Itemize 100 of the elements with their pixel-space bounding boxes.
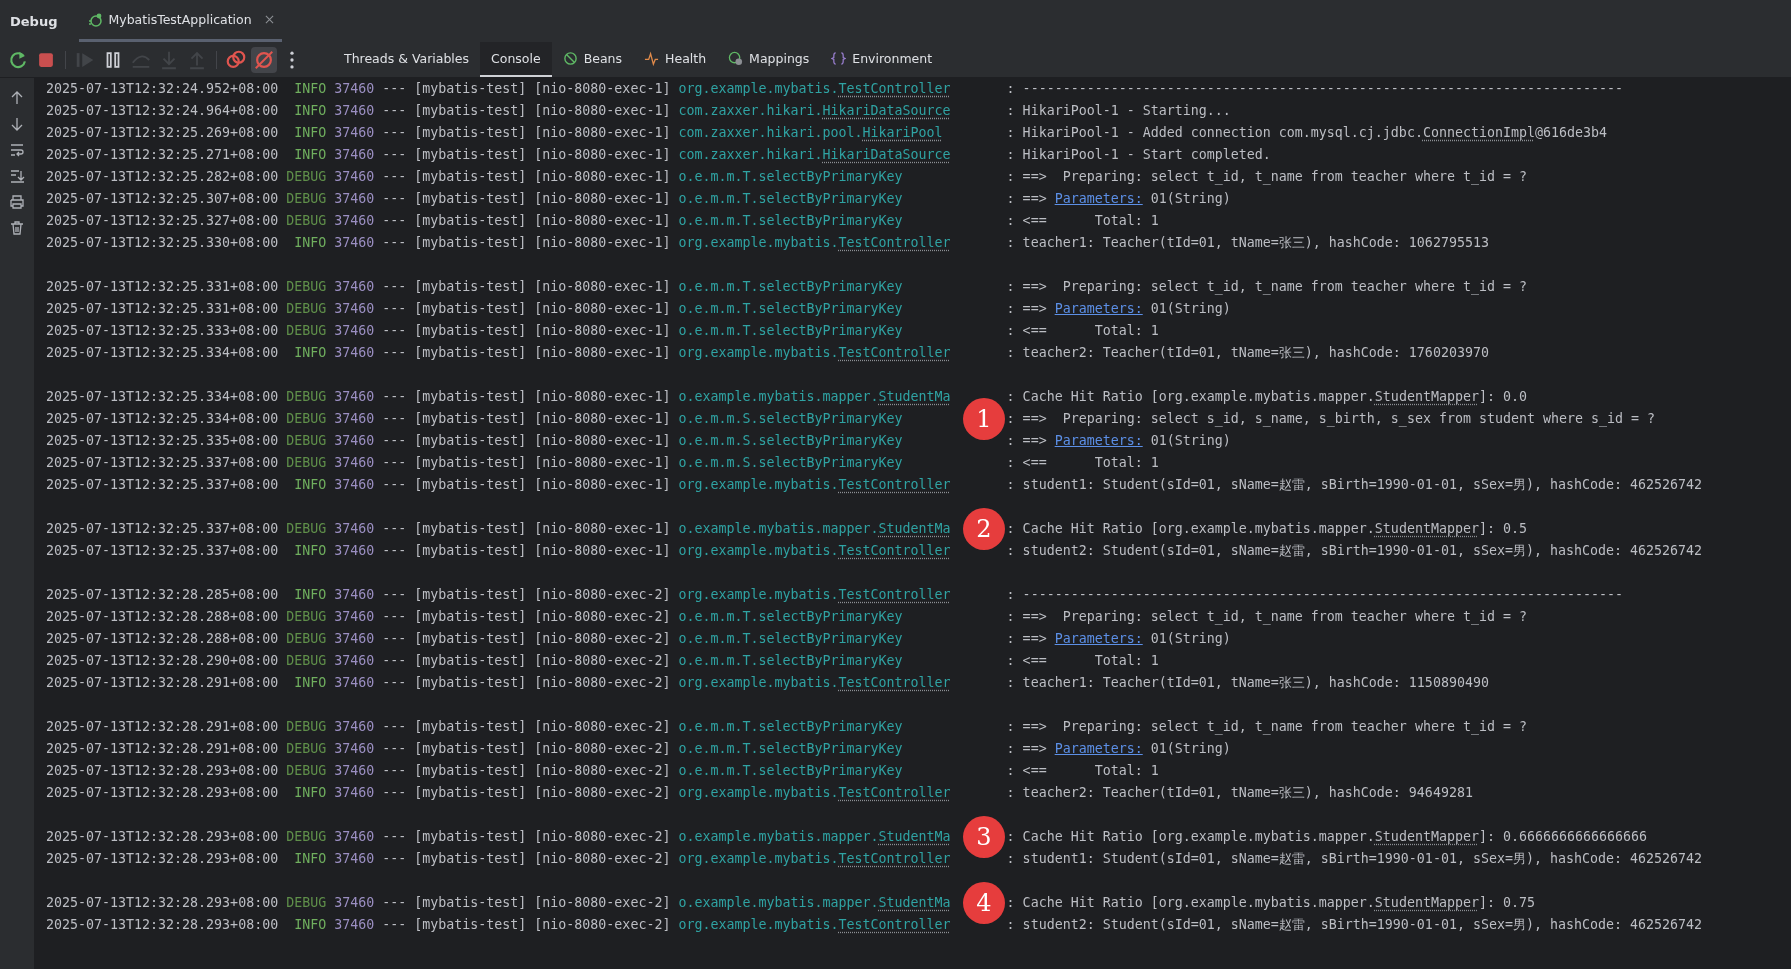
view-tab[interactable]: Environment (820, 42, 944, 77)
logger-name[interactable]: com.zaxxer.hikari.pool.HikariPool (678, 125, 943, 140)
logger-name[interactable]: o.e.m.m.T.selectByPrimaryKey (678, 653, 903, 668)
process-id: 37460 (334, 630, 375, 648)
view-tab[interactable]: Console (480, 42, 552, 77)
log-level: INFO (293, 542, 327, 560)
parameters-link[interactable]: Parameters: (1054, 741, 1143, 756)
parameters-link[interactable]: Parameters: (1054, 631, 1143, 646)
step-marker: 4 (963, 882, 1005, 924)
logger-name[interactable]: o.e.m.m.T.selectByPrimaryKey (678, 213, 903, 228)
logger-name[interactable]: org.example.mybatis.TestController (678, 587, 951, 602)
logger-name[interactable]: o.e.m.m.T.selectByPrimaryKey (678, 301, 903, 316)
parameters-link[interactable]: Parameters: (1054, 191, 1143, 206)
logger-name[interactable]: o.e.m.m.T.selectByPrimaryKey (678, 741, 903, 756)
log-message: : <== Total: 1 (1006, 212, 1159, 230)
logger-name[interactable]: org.example.mybatis.TestController (678, 345, 951, 360)
thread-name: [nio-8080-exec-1] (534, 432, 671, 450)
logger-name[interactable]: o.e.m.m.T.selectByPrimaryKey (678, 191, 903, 206)
pulse-icon (644, 51, 660, 66)
logger-name[interactable]: o.e.m.m.T.selectByPrimaryKey (678, 323, 903, 338)
log-separator: --- (382, 586, 407, 604)
up-arrow-icon[interactable] (9, 90, 25, 106)
logger-name[interactable]: o.e.m.m.S.selectByPrimaryKey (678, 411, 903, 426)
log-separator: --- (382, 850, 407, 868)
parameters-link[interactable]: Parameters: (1054, 433, 1143, 448)
app-name: [mybatis-test] (414, 718, 527, 736)
log-timestamp: 2025-07-13T12:32:25.337+08:00 (46, 454, 279, 472)
step-marker: 2 (963, 508, 1005, 550)
log-separator: --- (382, 542, 407, 560)
log-timestamp: 2025-07-13T12:32:25.335+08:00 (46, 432, 279, 450)
logger-name[interactable]: org.example.mybatis.TestController (678, 81, 951, 96)
log-separator: --- (382, 718, 407, 736)
log-message: : student2: Student(sId=01, sName=赵雷, sBirth=1990-01-01, sSex=男), hashCode: 462526742 (1006, 916, 1703, 934)
log-timestamp: 2025-07-13T12:32:28.285+08:00 (46, 586, 279, 604)
logger-name[interactable]: org.example.mybatis.TestController (678, 543, 951, 558)
app-name: [mybatis-test] (414, 146, 527, 164)
log-message: : teacher2: Teacher(tId=01, tName=张三), hashCode: 1760203970 (1006, 344, 1489, 362)
log-separator: --- (382, 828, 407, 846)
logger-name[interactable]: o.example.mybatis.mapper.StudentMa (678, 829, 951, 844)
process-id: 37460 (334, 168, 375, 186)
log-timestamp: 2025-07-13T12:32:28.293+08:00 (46, 784, 279, 802)
logger-name[interactable]: o.e.m.m.T.selectByPrimaryKey (678, 279, 903, 294)
logger-name[interactable]: o.example.mybatis.mapper.StudentMa (678, 521, 951, 536)
logger-name[interactable]: org.example.mybatis.TestController (678, 917, 951, 932)
app-name: [mybatis-test] (414, 322, 527, 340)
logger-name[interactable]: o.e.m.m.T.selectByPrimaryKey (678, 763, 903, 778)
log-level: DEBUG (286, 630, 327, 648)
thread-name: [nio-8080-exec-1] (534, 212, 671, 230)
view-tab[interactable]: Threads & Variables (333, 42, 481, 77)
log-separator: --- (382, 762, 407, 780)
mute-breakpoints-icon[interactable] (251, 46, 277, 73)
log-level: DEBUG (286, 520, 327, 538)
soft-wrap-icon[interactable] (9, 142, 25, 158)
trash-icon[interactable] (9, 220, 25, 236)
log-level: DEBUG (286, 278, 327, 296)
app-name: [mybatis-test] (414, 542, 527, 560)
logger-name[interactable]: com.zaxxer.hikari.HikariDataSource (678, 103, 951, 118)
log-timestamp: 2025-07-13T12:32:25.334+08:00 (46, 344, 279, 362)
process-id: 37460 (334, 520, 375, 538)
log-message: : HikariPool-1 - Start completed. (1006, 146, 1271, 164)
log-message: : <== Total: 1 (1006, 454, 1159, 472)
logger-name[interactable]: o.example.mybatis.mapper.StudentMa (678, 389, 951, 404)
log-timestamp: 2025-07-13T12:32:25.333+08:00 (46, 322, 279, 340)
logger-name[interactable]: o.e.m.m.T.selectByPrimaryKey (678, 631, 903, 646)
parameters-link[interactable]: Parameters: (1054, 301, 1143, 316)
printer-icon[interactable] (9, 194, 25, 210)
log-message: : HikariPool-1 - Added connection com.mysql.cj.jdbc.ConnectionImpl@616de3b4 (1006, 124, 1608, 142)
thread-name: [nio-8080-exec-1] (534, 190, 671, 208)
logger-name[interactable]: o.e.m.m.T.selectByPrimaryKey (678, 719, 903, 734)
logger-name[interactable]: org.example.mybatis.TestController (678, 675, 951, 690)
log-level: INFO (293, 124, 327, 142)
log-separator: --- (382, 652, 407, 670)
logger-name[interactable]: org.example.mybatis.TestController (678, 477, 951, 492)
close-icon[interactable] (264, 15, 274, 24)
log-timestamp: 2025-07-13T12:32:25.282+08:00 (46, 168, 279, 186)
logger-name[interactable]: org.example.mybatis.TestController (678, 785, 951, 800)
thread-name: [nio-8080-exec-2] (534, 586, 671, 604)
scroll-to-end-icon[interactable] (9, 168, 25, 184)
log-message: : <== Total: 1 (1006, 762, 1159, 780)
process-id: 37460 (334, 432, 375, 450)
panel-title: Debug (10, 13, 58, 29)
app-name: [mybatis-test] (414, 520, 527, 538)
logger-name[interactable]: o.e.m.m.T.selectByPrimaryKey (678, 169, 903, 184)
logger-name[interactable]: o.e.m.m.S.selectByPrimaryKey (678, 433, 903, 448)
logger-name[interactable]: org.example.mybatis.TestController (678, 851, 951, 866)
down-arrow-icon[interactable] (9, 116, 25, 132)
logger-name[interactable]: org.example.mybatis.TestController (678, 235, 951, 250)
logger-name[interactable]: o.e.m.m.S.selectByPrimaryKey (678, 455, 903, 470)
log-level: DEBUG (286, 454, 327, 472)
app-name: [mybatis-test] (414, 630, 527, 648)
logger-name[interactable]: o.e.m.m.T.selectByPrimaryKey (678, 609, 903, 624)
thread-name: [nio-8080-exec-1] (534, 476, 671, 494)
log-message: : <== Total: 1 (1006, 322, 1159, 340)
view-tab[interactable]: Mappings (717, 42, 821, 77)
logger-name[interactable]: com.zaxxer.hikari.HikariDataSource (678, 147, 951, 162)
view-tab[interactable]: Health (633, 42, 718, 77)
process-id: 37460 (334, 916, 375, 934)
view-tab[interactable]: Beans (551, 42, 634, 77)
logger-name[interactable]: o.example.mybatis.mapper.StudentMa (678, 895, 951, 910)
log-separator: --- (382, 124, 407, 142)
